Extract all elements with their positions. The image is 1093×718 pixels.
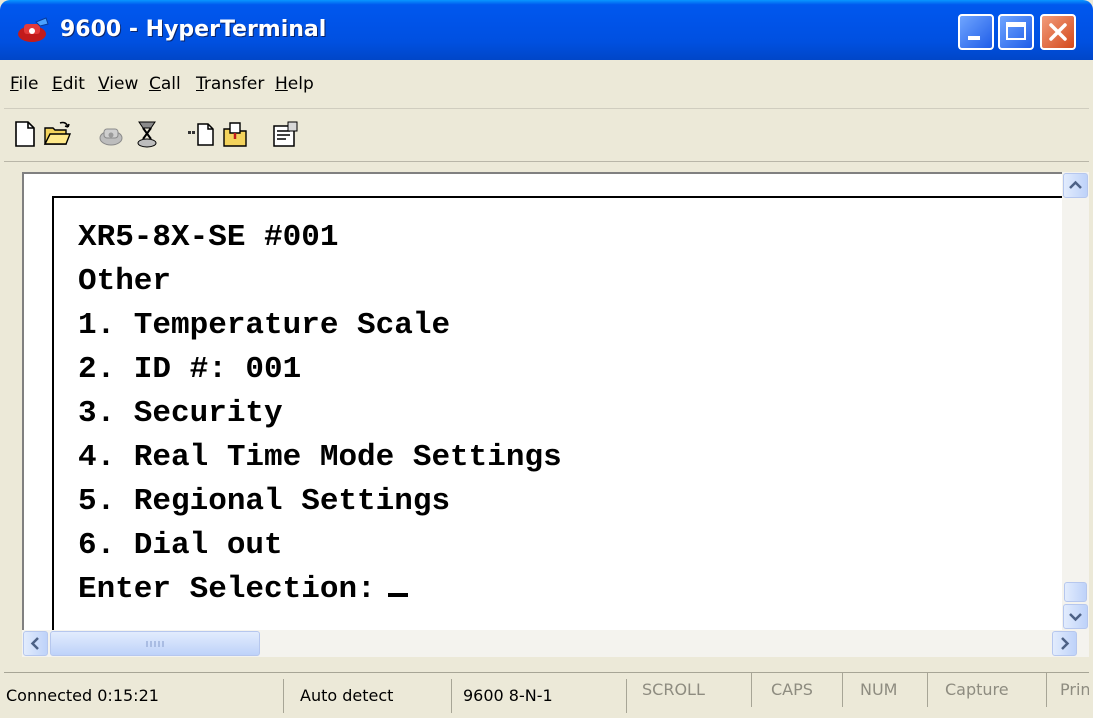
terminal-line-option: 2. ID #: 001	[78, 352, 302, 387]
maximize-button[interactable]	[998, 14, 1034, 50]
disconnect-icon[interactable]	[132, 119, 162, 149]
vertical-scrollbar[interactable]	[1062, 172, 1089, 630]
status-bar: Connected 0:15:21 Auto detect 9600 8-N-1…	[4, 672, 1089, 718]
chevron-down-icon	[1069, 613, 1082, 622]
open-icon[interactable]	[42, 119, 72, 149]
close-icon	[1049, 23, 1067, 41]
terminal-line-option: 6. Dial out	[78, 528, 283, 563]
menu-file[interactable]: File	[10, 72, 38, 96]
menu-view[interactable]: View	[98, 72, 138, 96]
menu-call[interactable]: Call	[149, 72, 181, 96]
menu-bar: File Edit View Call Transfer Help	[4, 60, 1089, 109]
terminal-prompt: Enter Selection:	[78, 570, 408, 610]
menu-edit[interactable]: Edit	[52, 72, 85, 96]
menu-transfer[interactable]: Transfer	[196, 72, 264, 96]
scroll-left-button[interactable]	[23, 631, 48, 656]
grip-icon	[146, 641, 164, 647]
terminal-screen[interactable]: XR5-8X-SE #001 Other 1. Temperature Scal…	[52, 196, 1068, 634]
terminal-line-option: 3. Security	[78, 396, 283, 431]
scroll-right-button[interactable]	[1052, 631, 1077, 656]
title-bar[interactable]: 9600 - HyperTerminal	[0, 0, 1093, 60]
minimize-icon	[968, 36, 980, 40]
hyperterminal-phone-icon	[18, 17, 49, 42]
status-detect: Auto detect	[294, 679, 452, 713]
status-capture[interactable]: Capture	[935, 673, 1047, 707]
status-scroll-lock: SCROLL	[634, 673, 752, 707]
status-print-echo[interactable]: Print echo	[1054, 673, 1089, 707]
close-button[interactable]	[1040, 14, 1076, 50]
prompt-text: Enter Selection:	[78, 572, 376, 607]
scroll-up-button[interactable]	[1063, 173, 1088, 198]
terminal-line-option: 1. Temperature Scale	[78, 308, 451, 343]
terminal-line-menu-title: Other	[78, 264, 172, 299]
vertical-scroll-thumb[interactable]	[1064, 582, 1087, 602]
chevron-left-icon	[30, 637, 39, 650]
minimize-button[interactable]	[958, 14, 994, 50]
terminal-window[interactable]: XR5-8X-SE #001 Other 1. Temperature Scal…	[22, 172, 1068, 634]
status-connection: Connected 0:15:21	[6, 679, 284, 713]
send-icon[interactable]	[186, 119, 216, 149]
new-icon[interactable]	[10, 119, 40, 149]
scroll-down-button[interactable]	[1063, 604, 1088, 629]
chevron-right-icon	[1061, 637, 1070, 650]
terminal-line-option: 4. Real Time Mode Settings	[78, 440, 562, 475]
text-cursor	[387, 593, 408, 597]
call-icon[interactable]	[96, 119, 126, 149]
menu-help[interactable]: Help	[275, 72, 314, 96]
receive-icon[interactable]	[220, 119, 250, 149]
status-num-lock: NUM	[850, 673, 928, 707]
toolbar	[4, 109, 1089, 162]
terminal-line-option: 5. Regional Settings	[78, 484, 451, 519]
horizontal-scrollbar[interactable]	[22, 630, 1089, 657]
maximize-icon	[1006, 22, 1026, 40]
properties-icon[interactable]	[270, 119, 300, 149]
status-port-settings: 9600 8-N-1	[459, 679, 627, 713]
window-title: 9600 - HyperTerminal	[60, 17, 327, 42]
terminal-line-device: XR5-8X-SE #001	[78, 220, 339, 255]
status-caps-lock: CAPS	[759, 673, 843, 707]
chevron-up-icon	[1069, 180, 1082, 189]
horizontal-scroll-thumb[interactable]	[50, 631, 260, 656]
terminal-frame: XR5-8X-SE #001 Other 1. Temperature Scal…	[4, 162, 1089, 682]
